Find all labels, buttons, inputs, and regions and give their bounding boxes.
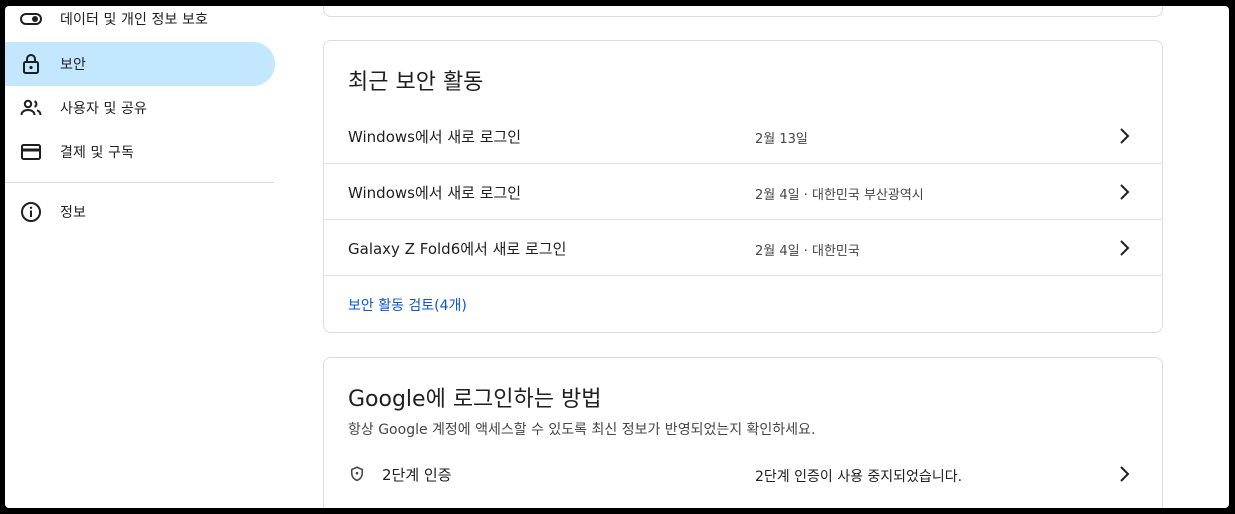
sidebar-item-label: 사용자 및 공유 [60,101,147,117]
activity-label: Windows에서 새로 로그인 [348,184,522,202]
chevron-right-icon [1120,128,1130,144]
shield-icon [348,465,366,483]
activity-row[interactable]: Windows에서 새로 로그인 2월 4일 · 대한민국 부산광역시 [324,164,1162,220]
activity-row[interactable]: Galaxy Z Fold6에서 새로 로그인 2월 4일 · 대한민국 [324,220,1162,276]
card-title: 최근 보안 활동 [348,70,484,95]
app-window: 데이터 및 개인 정보 보호 보안 사용자 및 공유 결제 및 구독 정보 최근… [5,6,1229,508]
sidebar-item-data-privacy[interactable]: 데이터 및 개인 정보 보호 [5,6,275,41]
sidebar: 데이터 및 개인 정보 보호 보안 사용자 및 공유 결제 및 구독 정보 [5,6,277,508]
card-title: Google에 로그인하는 방법 [348,387,602,412]
activity-label: Galaxy Z Fold6에서 새로 로그인 [348,240,567,258]
recent-security-activity-card: 최근 보안 활동 Windows에서 새로 로그인 2월 13일 Windows… [323,40,1163,333]
sidebar-item-label: 정보 [60,205,86,221]
sidebar-divider [5,182,274,183]
people-icon [19,96,43,120]
sidebar-item-label: 데이터 및 개인 정보 보호 [60,12,209,28]
chevron-right-icon [1120,466,1130,482]
activity-detail: 2월 13일 [755,132,808,147]
sidebar-item-about[interactable]: 정보 [5,190,275,234]
two-step-label: 2단계 인증 [382,466,452,484]
chevron-right-icon [1120,184,1130,200]
review-security-activity-link[interactable]: 보안 활동 검토(4개) [348,295,467,315]
signin-methods-card: Google에 로그인하는 방법 항상 Google 계정에 액세스할 수 있도… [323,357,1163,508]
row-divider [324,275,1162,276]
card-subtitle: 항상 Google 계정에 액세스할 수 있도록 최신 정보가 반영되었는지 확… [348,422,816,438]
activity-label: Windows에서 새로 로그인 [348,128,522,146]
credit-card-icon [19,140,43,164]
chevron-right-icon [1120,240,1130,256]
activity-detail: 2월 4일 · 대한민국 부산광역시 [755,188,924,203]
two-step-status: 2단계 인증이 사용 중지되었습니다. [755,469,963,485]
two-step-verification-row[interactable]: 2단계 인증 2단계 인증이 사용 중지되었습니다. [324,446,1162,502]
info-icon [19,200,43,224]
sidebar-item-label: 보안 [60,57,86,73]
sidebar-item-security[interactable]: 보안 [5,42,275,86]
sidebar-item-payments[interactable]: 결제 및 구독 [5,130,275,174]
toggle-icon [19,7,43,31]
sidebar-item-label: 결제 및 구독 [60,145,135,161]
sidebar-item-people-sharing[interactable]: 사용자 및 공유 [5,86,275,130]
previous-card [323,6,1163,17]
activity-detail: 2월 4일 · 대한민국 [755,244,860,259]
activity-row[interactable]: Windows에서 새로 로그인 2월 13일 [324,108,1162,164]
lock-icon [19,52,43,76]
